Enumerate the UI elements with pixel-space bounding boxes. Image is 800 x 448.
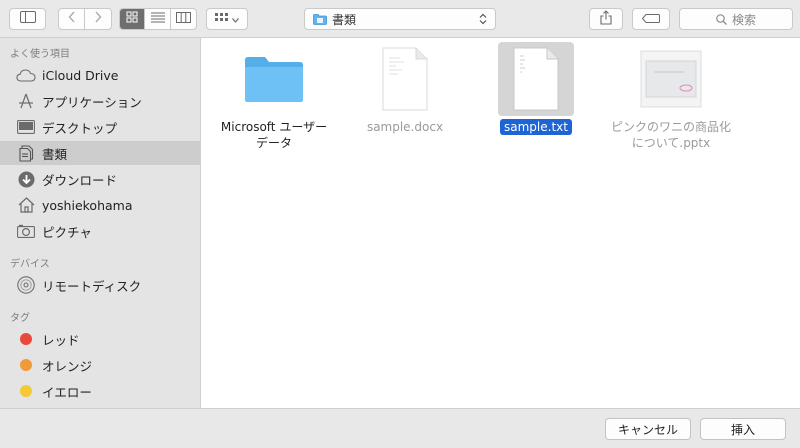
columns-icon bbox=[175, 11, 191, 27]
sidebar-toggle-button[interactable] bbox=[9, 8, 46, 30]
sidebar-item-label: yoshiekohama bbox=[42, 197, 133, 213]
sidebar-item-label: デスクトップ bbox=[42, 120, 118, 136]
sidebar-item-label: イエロー bbox=[42, 384, 92, 400]
share-icon bbox=[600, 9, 612, 29]
sidebar-item-label: オレンジ bbox=[42, 358, 93, 374]
list-icon bbox=[150, 12, 165, 27]
sidebar-item-desktop[interactable]: デスクトップ bbox=[0, 115, 200, 139]
disc-icon bbox=[16, 276, 36, 294]
dialog-footer: キャンセル 挿入 bbox=[0, 408, 800, 448]
sidebar-item-home[interactable]: yoshiekohama bbox=[0, 193, 200, 217]
text-file-icon bbox=[513, 47, 559, 111]
sidebar-item-label: ダウンロード bbox=[42, 172, 118, 188]
pptx-thumbnail bbox=[633, 42, 709, 116]
view-mode-control bbox=[119, 8, 197, 30]
forward-button[interactable] bbox=[85, 9, 111, 29]
icon-view-button[interactable] bbox=[120, 9, 146, 29]
sidebar-icon bbox=[19, 11, 36, 27]
list-view-button[interactable] bbox=[145, 9, 171, 29]
back-button[interactable] bbox=[59, 9, 85, 29]
download-icon bbox=[16, 170, 36, 188]
cloud-icon bbox=[16, 66, 36, 84]
sidebar-item-label: iCloud Drive bbox=[42, 67, 119, 83]
grid-icon bbox=[126, 11, 138, 27]
cancel-button[interactable]: キャンセル bbox=[605, 418, 691, 440]
tag-button[interactable] bbox=[632, 8, 670, 30]
chevron-right-icon bbox=[94, 11, 102, 27]
folder-thumbnail bbox=[236, 42, 312, 116]
toolbar: 書類 検索 bbox=[0, 0, 800, 38]
orange-tag-dot-icon bbox=[16, 356, 36, 374]
search-placeholder: 検索 bbox=[731, 12, 756, 27]
file-name: sample.docx bbox=[366, 120, 444, 134]
devices-header: デバイス bbox=[10, 259, 50, 270]
search-field[interactable]: 検索 bbox=[679, 8, 793, 30]
insert-button[interactable]: 挿入 bbox=[700, 418, 786, 440]
sidebar-item-label: 書類 bbox=[42, 146, 68, 162]
applications-icon bbox=[16, 92, 36, 110]
file-name: Microsoft ユーザー データ bbox=[220, 120, 328, 150]
home-icon bbox=[16, 196, 36, 214]
file-browser: Microsoft ユーザー データ sample.docx sample.tx… bbox=[201, 38, 800, 408]
presentation-icon bbox=[640, 50, 702, 108]
arrange-button[interactable] bbox=[206, 8, 248, 30]
column-view-button[interactable] bbox=[171, 9, 196, 29]
sidebar: よく使う項目 iCloud Drive アプリケーション デスクトップ 書類 ダ… bbox=[0, 38, 201, 408]
document-icon bbox=[382, 47, 428, 111]
file-name: sample.txt bbox=[500, 119, 572, 135]
chevron-down-icon bbox=[232, 12, 239, 27]
file-name: ピンクのワニの商品化 について.pptx bbox=[610, 120, 731, 150]
sidebar-item-tag-orange[interactable]: オレンジ bbox=[0, 353, 200, 377]
desktop-icon bbox=[16, 118, 36, 136]
sidebar-item-downloads[interactable]: ダウンロード bbox=[0, 167, 200, 191]
arrange-grid-icon bbox=[215, 12, 229, 27]
tags-header: タグ bbox=[10, 313, 30, 324]
chevron-left-icon bbox=[67, 11, 76, 27]
file-item-selected[interactable]: sample.txt bbox=[476, 42, 596, 135]
file-item[interactable]: Microsoft ユーザー データ bbox=[214, 42, 334, 151]
file-item[interactable]: sample.docx bbox=[345, 42, 465, 135]
location-label: 書類 bbox=[332, 12, 357, 27]
location-popup[interactable]: 書類 bbox=[304, 8, 496, 30]
sidebar-item-label: アプリケーション bbox=[42, 94, 142, 110]
favorites-header: よく使う項目 bbox=[10, 49, 70, 60]
tag-icon bbox=[641, 12, 660, 27]
sidebar-item-icloud-drive[interactable]: iCloud Drive bbox=[0, 63, 200, 87]
file-item[interactable]: ピンクのワニの商品化 について.pptx bbox=[606, 42, 736, 151]
sidebar-item-label: ピクチャ bbox=[42, 224, 92, 240]
search-icon bbox=[716, 13, 727, 25]
sidebar-item-label: レッド bbox=[42, 332, 80, 348]
sidebar-item-remote-disc[interactable]: リモートディスク bbox=[0, 273, 200, 297]
txt-thumbnail bbox=[498, 42, 574, 116]
sidebar-item-label: リモートディスク bbox=[42, 278, 142, 294]
camera-icon bbox=[16, 222, 36, 240]
yellow-tag-dot-icon bbox=[16, 382, 36, 400]
folder-icon bbox=[245, 57, 303, 102]
docx-thumbnail bbox=[367, 42, 443, 116]
documents-icon bbox=[16, 144, 36, 162]
sidebar-item-tag-red[interactable]: レッド bbox=[0, 327, 200, 351]
navigation-buttons bbox=[58, 8, 112, 30]
share-button[interactable] bbox=[589, 8, 623, 30]
sidebar-item-pictures[interactable]: ピクチャ bbox=[0, 219, 200, 243]
sidebar-item-documents[interactable]: 書類 bbox=[0, 141, 200, 165]
stepper-icon bbox=[479, 13, 487, 25]
sidebar-item-tag-yellow[interactable]: イエロー bbox=[0, 379, 200, 403]
folder-icon bbox=[313, 13, 327, 25]
sidebar-item-applications[interactable]: アプリケーション bbox=[0, 89, 200, 113]
red-tag-dot-icon bbox=[16, 330, 36, 348]
